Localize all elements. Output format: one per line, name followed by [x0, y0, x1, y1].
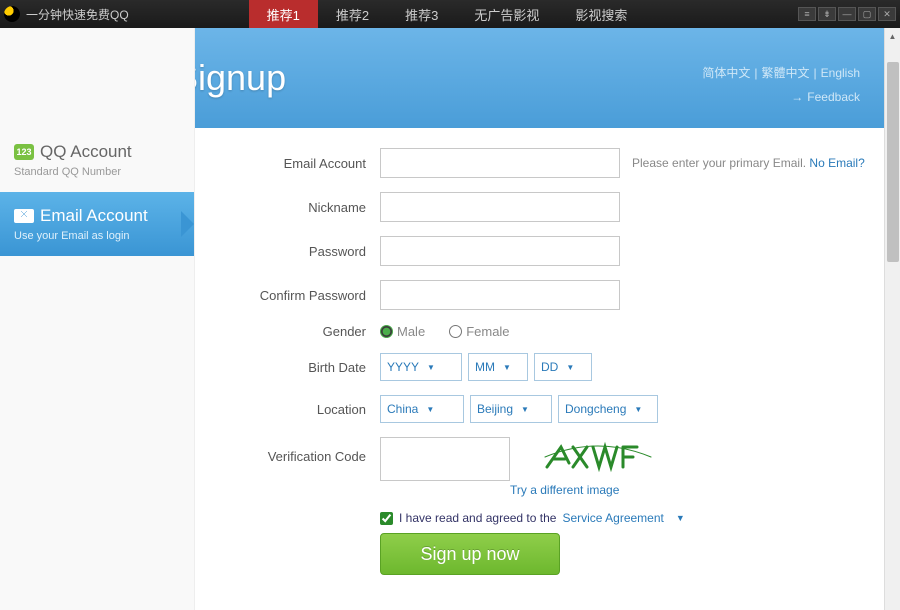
sidebar: 123QQ Account Standard QQ Number Email A…: [0, 28, 195, 610]
captcha-refresh-link[interactable]: Try a different image: [510, 483, 658, 497]
chevron-down-icon: ▼: [634, 405, 642, 414]
app-title: 一分钟快速免费QQ: [26, 6, 129, 23]
signup-button[interactable]: Sign up now: [380, 533, 560, 575]
location-district-select[interactable]: Dongcheng▼: [558, 395, 658, 423]
window-controls: ≡ ⇟ — ▢ ✕: [798, 7, 896, 21]
confirm-password-label: Confirm Password: [235, 288, 380, 303]
email-input[interactable]: [380, 148, 620, 178]
tab-video-noads[interactable]: 无广告影视: [456, 0, 557, 30]
window-pin-button[interactable]: ⇟: [818, 7, 836, 21]
agreement-checkbox[interactable]: [380, 512, 393, 525]
window-menu-button[interactable]: ≡: [798, 7, 816, 21]
email-label: Email Account: [235, 156, 380, 171]
birth-label: Birth Date: [235, 360, 380, 375]
service-agreement-link[interactable]: Service Agreement: [562, 511, 663, 525]
confirm-password-input[interactable]: [380, 280, 620, 310]
main-area: QQ Signup 简体中文|繁體中文|English →Feedback 12…: [0, 28, 900, 610]
agreement-row: I have read and agreed to the Service Ag…: [380, 511, 870, 525]
birth-year-select[interactable]: YYYY▼: [380, 353, 462, 381]
gender-female-radio[interactable]: [449, 325, 462, 338]
location-country-select[interactable]: China▼: [380, 395, 464, 423]
tab-rec1[interactable]: 推荐1: [249, 0, 318, 30]
chevron-down-icon: ▼: [426, 405, 434, 414]
mail-icon: [14, 209, 34, 223]
chevron-down-icon: ▼: [427, 363, 435, 372]
tab-rec3[interactable]: 推荐3: [387, 0, 456, 30]
window-minimize-button[interactable]: —: [838, 7, 856, 21]
signup-form: Email Account Please enter your primary …: [195, 28, 900, 610]
window-titlebar: 一分钟快速免费QQ 推荐1 推荐2 推荐3 无广告影视 影视搜索 ≡ ⇟ — ▢…: [0, 0, 900, 28]
chevron-down-icon: ▼: [566, 363, 574, 372]
email-hint: Please enter your primary Email. No Emai…: [632, 156, 865, 170]
app-icon: [4, 6, 20, 22]
window-maximize-button[interactable]: ▢: [858, 7, 876, 21]
tab-rec2[interactable]: 推荐2: [318, 0, 387, 30]
chevron-down-icon: ▼: [503, 363, 511, 372]
password-label: Password: [235, 244, 380, 259]
location-province-select[interactable]: Beijing▼: [470, 395, 552, 423]
captcha-label: Verification Code: [235, 437, 380, 464]
tab-video-search[interactable]: 影视搜索: [557, 0, 645, 30]
chevron-down-icon: ▼: [676, 513, 685, 523]
gender-female-option[interactable]: Female: [449, 324, 509, 339]
sidebar-item-email-account[interactable]: Email Account Use your Email as login: [0, 192, 194, 256]
number-badge-icon: 123: [14, 144, 34, 160]
chevron-down-icon: ▼: [521, 405, 529, 414]
nickname-input[interactable]: [380, 192, 620, 222]
nickname-label: Nickname: [235, 200, 380, 215]
birth-day-select[interactable]: DD▼: [534, 353, 592, 381]
gender-label: Gender: [235, 324, 380, 339]
gender-male-radio[interactable]: [380, 325, 393, 338]
location-label: Location: [235, 402, 380, 417]
sidebar-item-qq-account[interactable]: 123QQ Account Standard QQ Number: [0, 128, 194, 192]
password-input[interactable]: [380, 236, 620, 266]
titlebar-tabs: 推荐1 推荐2 推荐3 无广告影视 影视搜索: [249, 0, 646, 30]
captcha-input[interactable]: [380, 437, 510, 481]
gender-male-option[interactable]: Male: [380, 324, 425, 339]
no-email-link[interactable]: No Email?: [809, 156, 864, 170]
captcha-image: [538, 437, 658, 477]
birth-month-select[interactable]: MM▼: [468, 353, 528, 381]
window-close-button[interactable]: ✕: [878, 7, 896, 21]
